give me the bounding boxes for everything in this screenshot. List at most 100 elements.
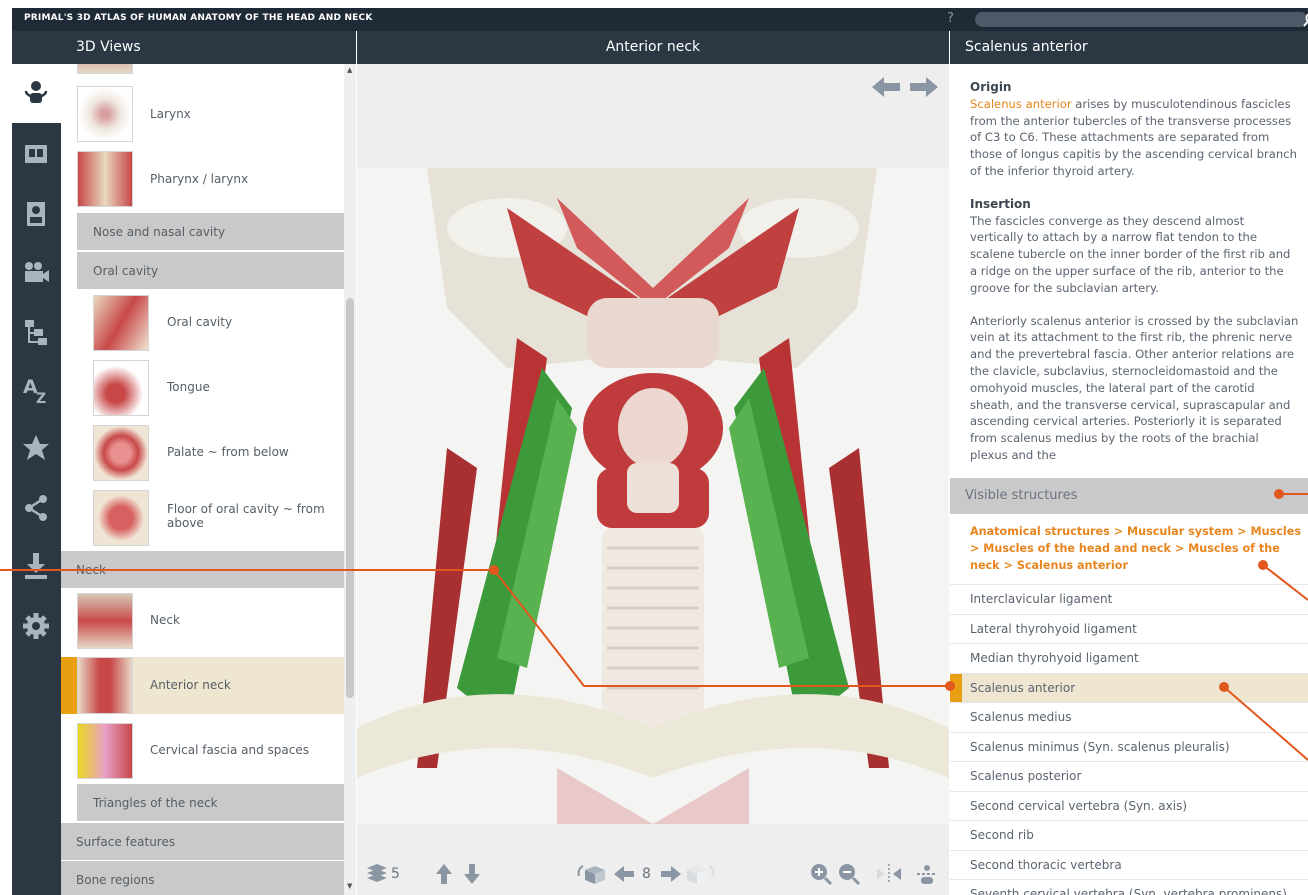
category-header[interactable]: Bone regions bbox=[61, 861, 344, 895]
list-item[interactable]: Tongue bbox=[61, 356, 344, 421]
list-item-label: Anterior neck bbox=[150, 678, 231, 692]
structure-link[interactable]: Scalenus anterior bbox=[970, 97, 1072, 111]
list-item[interactable] bbox=[61, 64, 344, 79]
views-icon[interactable] bbox=[21, 77, 51, 107]
origin-heading: Origin bbox=[970, 80, 1012, 94]
category-header[interactable]: Triangles of the neck bbox=[77, 784, 344, 822]
breadcrumb-sep: > bbox=[970, 542, 980, 555]
structure-label: Scalenus anterior bbox=[970, 680, 1076, 695]
structure-item[interactable]: Scalenus minimus (Syn. scalenus pleurali… bbox=[950, 731, 1308, 762]
slice-number: 8 bbox=[642, 866, 651, 882]
anatomy-scene[interactable] bbox=[357, 168, 949, 824]
left-panel-title: 3D Views bbox=[61, 31, 356, 64]
thumbnail bbox=[77, 593, 133, 649]
anatomy-render[interactable] bbox=[357, 168, 949, 824]
movies-icon[interactable] bbox=[21, 257, 51, 287]
download-icon[interactable] bbox=[21, 551, 51, 581]
next-slice-icon[interactable] bbox=[659, 862, 683, 886]
az-index-icon[interactable]: AZ bbox=[21, 375, 51, 405]
selection-marker bbox=[950, 673, 962, 702]
list-item-label: Larynx bbox=[150, 107, 191, 121]
scroll-thumb[interactable] bbox=[346, 298, 354, 698]
list-item[interactable]: Cervical fascia and spaces bbox=[61, 719, 344, 784]
views-list[interactable]: Larynx Pharynx / larynx Nose and nasal c… bbox=[61, 64, 356, 895]
list-item-label: Neck bbox=[150, 613, 180, 627]
structure-item[interactable]: Median thyrohyoid ligament bbox=[950, 643, 1308, 673]
breadcrumb-item[interactable]: Anatomical structures bbox=[970, 525, 1110, 538]
thumbnail bbox=[93, 490, 149, 546]
list-item-selected[interactable]: Anterior neck bbox=[61, 657, 344, 714]
list-item[interactable]: Oral cavity bbox=[61, 291, 344, 356]
layers-count: 5 bbox=[391, 866, 400, 882]
zoom-out-icon[interactable] bbox=[837, 862, 861, 886]
list-item-label: Palate ~ from below bbox=[167, 445, 289, 459]
visible-structures-header[interactable]: Visible structures bbox=[950, 478, 1308, 514]
structure-item[interactable]: Scalenus posterior bbox=[950, 761, 1308, 791]
rotate-cube-icon[interactable] bbox=[575, 862, 607, 886]
structure-item[interactable]: Lateral thyrohyoid ligament bbox=[950, 613, 1308, 644]
thumbnail bbox=[77, 64, 133, 74]
category-header[interactable]: Nose and nasal cavity bbox=[77, 213, 344, 251]
rotate-cube-alt-icon[interactable] bbox=[685, 862, 717, 886]
quiz-icon[interactable] bbox=[21, 199, 51, 229]
insertion-text: The fascicles converge as they descend a… bbox=[970, 213, 1291, 295]
settings-icon[interactable] bbox=[21, 611, 51, 641]
section-plane-icon[interactable] bbox=[915, 862, 939, 886]
thumbnail bbox=[77, 151, 133, 207]
help-button[interactable]: ? bbox=[947, 11, 954, 26]
category-header[interactable]: Oral cavity bbox=[77, 252, 344, 290]
svg-text:Z: Z bbox=[36, 391, 46, 405]
viewer-title: Anterior neck bbox=[357, 31, 949, 64]
search-icon[interactable] bbox=[1302, 11, 1308, 29]
structure-item[interactable]: Second cervical vertebra (Syn. axis) bbox=[950, 790, 1308, 821]
list-item[interactable]: Neck bbox=[61, 589, 344, 654]
app-title: PRIMAL'S 3D ATLAS OF HUMAN ANATOMY OF TH… bbox=[24, 13, 373, 23]
scroll-up-icon[interactable]: ▲ bbox=[347, 66, 352, 74]
list-item[interactable]: Larynx bbox=[61, 82, 344, 147]
structure-item[interactable]: Second thoracic vertebra bbox=[950, 849, 1308, 880]
list-item[interactable]: Pharynx / larynx bbox=[61, 147, 344, 212]
search-input[interactable] bbox=[975, 12, 1308, 27]
up-down-arrows-icon[interactable] bbox=[434, 862, 482, 886]
breadcrumb-sep: > bbox=[1113, 525, 1124, 538]
list-item-label: Oral cavity bbox=[167, 315, 233, 329]
breadcrumb-item[interactable]: Muscles bbox=[1251, 525, 1301, 538]
3d-viewer[interactable]: 5 8 bbox=[357, 64, 949, 895]
list-item-label: Tongue bbox=[167, 380, 210, 394]
breadcrumb-sep: > bbox=[1003, 559, 1013, 572]
thumbnail bbox=[77, 657, 133, 714]
mirror-icon[interactable] bbox=[875, 862, 903, 886]
breadcrumb-item[interactable]: Muscles of the head and neck bbox=[983, 542, 1171, 555]
category-header[interactable]: Surface features bbox=[61, 823, 344, 861]
category-header[interactable]: Neck bbox=[61, 551, 344, 589]
hierarchy-icon[interactable] bbox=[21, 317, 51, 347]
layers-icon[interactable] bbox=[365, 862, 389, 886]
scrollbar[interactable]: ▲ ▼ bbox=[344, 64, 356, 895]
slides-icon[interactable] bbox=[21, 139, 51, 169]
thumbnail bbox=[93, 360, 149, 416]
breadcrumb-item[interactable]: Scalenus anterior bbox=[1017, 559, 1128, 572]
thumbnail bbox=[77, 86, 133, 142]
structure-item-selected[interactable]: Scalenus anterior bbox=[950, 672, 1308, 702]
origin-text: Scalenus anterior arises by musculotendi… bbox=[970, 96, 1300, 180]
breadcrumb-item[interactable]: Muscular system bbox=[1127, 525, 1233, 538]
zoom-in-icon[interactable] bbox=[809, 862, 833, 886]
structure-item[interactable]: Interclavicular ligament bbox=[950, 584, 1308, 614]
breadcrumb: Anatomical structures > Muscular system … bbox=[970, 523, 1302, 574]
favorites-icon[interactable] bbox=[21, 433, 51, 463]
structure-item[interactable]: Second rib bbox=[950, 820, 1308, 850]
selection-marker bbox=[61, 657, 77, 714]
scroll-down-icon[interactable]: ▼ bbox=[347, 882, 352, 890]
breadcrumb-sep: > bbox=[1174, 542, 1185, 555]
structure-item[interactable]: Scalenus medius bbox=[950, 702, 1308, 732]
prev-slice-icon[interactable] bbox=[612, 862, 636, 886]
list-item[interactable]: Floor of oral cavity ~ from above bbox=[61, 486, 344, 551]
structure-item[interactable]: Seventh cervical vertebra (Syn. vertebra… bbox=[950, 879, 1308, 895]
list-item[interactable]: Palate ~ from below bbox=[61, 421, 344, 486]
share-icon[interactable] bbox=[21, 493, 51, 523]
thumbnail bbox=[93, 295, 149, 351]
thumbnail bbox=[93, 425, 149, 481]
back-forward-arrows-icon[interactable] bbox=[872, 74, 938, 100]
viewer-toolbar: 5 8 bbox=[357, 854, 949, 895]
icon-sidebar: AZ bbox=[12, 31, 61, 895]
